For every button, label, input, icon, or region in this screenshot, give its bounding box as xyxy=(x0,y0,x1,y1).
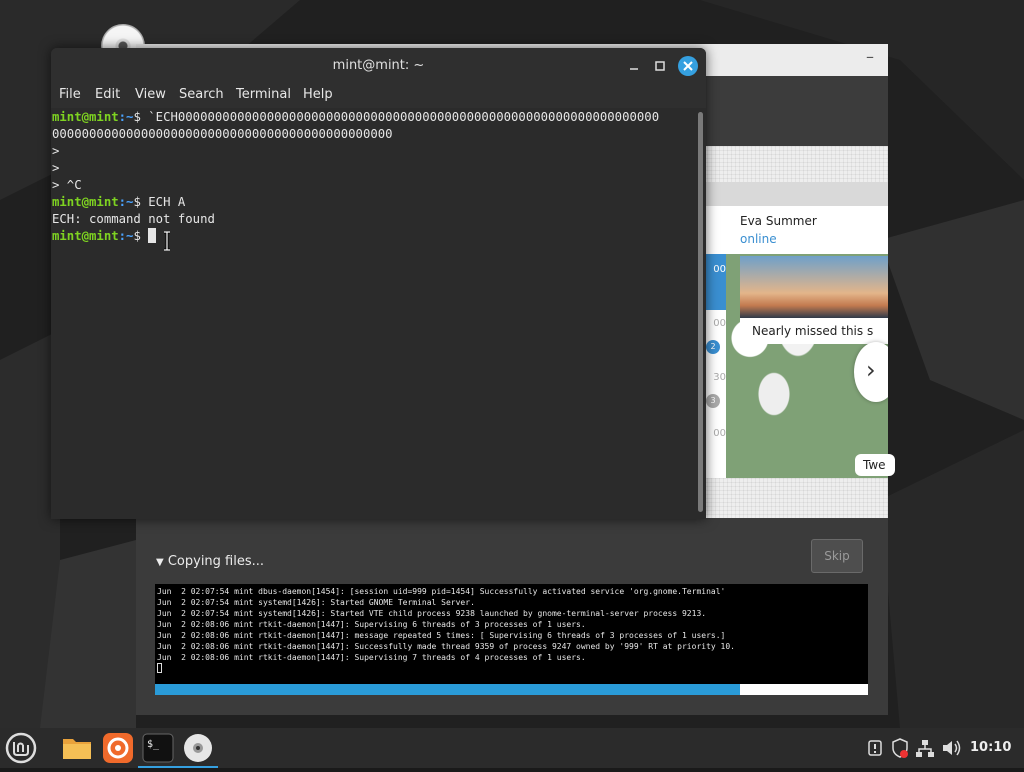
menu-edit[interactable]: Edit xyxy=(95,87,120,102)
log-line: Jun 2 02:08:06 mint rtkit-daemon[1447]: … xyxy=(157,642,735,651)
firefox-icon[interactable] xyxy=(101,731,135,765)
menu-search[interactable]: Search xyxy=(179,87,224,102)
window-title: mint@mint: ~ xyxy=(332,58,425,73)
taskbar: $_ 10:10 xyxy=(0,728,1024,768)
log-line: Jun 2 02:07:54 mint systemd[1426]: Start… xyxy=(157,598,475,607)
menu-terminal[interactable]: Terminal xyxy=(236,87,291,102)
copy-status-expander[interactable]: ▼ Copying files... xyxy=(156,554,264,569)
volume-icon[interactable] xyxy=(940,728,962,768)
unread-badge: 3 xyxy=(706,394,720,408)
chat-sidebar: 00 00 2 30 3 00 xyxy=(704,206,726,478)
minimize-icon[interactable]: – xyxy=(860,49,880,70)
progress-area: ▼ Copying files... Skip Jun 2 02:07:54 m… xyxy=(136,518,888,715)
log-cursor xyxy=(157,663,162,673)
terminal-scrollbar[interactable] xyxy=(696,108,706,519)
terminal-window[interactable]: mint@mint: ~ File Edit View Search Termi… xyxy=(51,48,706,519)
terminal-line: mint@mint:~$ `ECH00000000000000000000000… xyxy=(52,109,659,126)
chat-sidebar-active-item xyxy=(704,254,726,310)
terminal-icon[interactable]: $_ xyxy=(141,731,175,765)
close-icon[interactable] xyxy=(678,56,698,76)
log-cursor-line xyxy=(157,663,866,676)
prompt-user: mint@mint xyxy=(52,229,119,243)
prompt-symbol: $ xyxy=(133,110,149,124)
chat-app-topbar xyxy=(704,182,888,206)
terminal-cursor xyxy=(148,228,157,243)
prompt-symbol: $ xyxy=(133,229,149,243)
skip-button[interactable]: Skip xyxy=(811,539,863,573)
chat-photo xyxy=(740,256,888,318)
install-log[interactable]: Jun 2 02:07:54 mint dbus-daemon[1454]: [… xyxy=(155,584,868,684)
terminal-icon-glyph: $_ xyxy=(147,739,160,750)
log-line: Jun 2 02:08:06 mint rtkit-daemon[1447]: … xyxy=(157,631,726,640)
terminal-menubar: File Edit View Search Terminal Help xyxy=(51,84,706,108)
terminal-output[interactable]: mint@mint:~$ `ECH00000000000000000000000… xyxy=(51,108,696,519)
log-line: Jun 2 02:08:06 mint rtkit-daemon[1447]: … xyxy=(157,620,586,629)
chevron-right-icon: › xyxy=(866,356,876,384)
prompt-path: :~ xyxy=(118,229,134,243)
install-disc-icon[interactable] xyxy=(181,731,215,765)
command-text: `ECH000000000000000000000000000000000000… xyxy=(148,110,660,124)
triangle-down-icon: ▼ xyxy=(156,557,164,568)
terminal-line: ECH: command not found xyxy=(52,212,215,226)
prompt-user: mint@mint xyxy=(52,110,119,124)
chat-sidebar-time: 30 xyxy=(713,372,726,383)
install-progress-fill xyxy=(155,684,740,695)
chat-sidebar-time: 00 xyxy=(713,318,726,329)
menu-file[interactable]: File xyxy=(59,87,81,102)
clock[interactable]: 10:10 xyxy=(970,728,1011,768)
contact-status: online xyxy=(740,232,777,246)
terminal-line: > ^C xyxy=(52,178,82,192)
unread-badge: 2 xyxy=(706,340,720,354)
terminal-line: mint@mint:~$ ECH A xyxy=(52,194,185,211)
log-line: Jun 2 02:07:54 mint dbus-daemon[1454]: [… xyxy=(157,587,726,596)
scrollbar-thumb[interactable] xyxy=(698,112,703,512)
command-text: ECH A xyxy=(148,195,186,209)
network-icon[interactable] xyxy=(915,728,935,768)
chat-bubble: Twe xyxy=(855,454,895,476)
menu-help[interactable]: Help xyxy=(303,87,333,102)
mint-menu-icon[interactable] xyxy=(4,731,38,765)
chat-header: Eva Summer online xyxy=(726,206,888,254)
copy-status-label: Copying files... xyxy=(167,554,265,569)
terminal-line: mint@mint:~$ xyxy=(52,228,157,245)
shield-icon[interactable] xyxy=(890,728,910,768)
terminal-line: 0000000000000000000000000000000000000000… xyxy=(52,127,393,141)
mouse-ibeam-cursor-icon xyxy=(164,231,170,251)
files-icon[interactable] xyxy=(60,731,94,765)
terminal-line: > xyxy=(52,144,60,158)
update-manager-icon[interactable] xyxy=(866,728,884,768)
log-line: Jun 2 02:07:54 mint systemd[1426]: Start… xyxy=(157,609,707,618)
minimize-icon[interactable] xyxy=(625,57,643,75)
chat-sidebar-time: 00 xyxy=(713,428,726,439)
photo-caption: Nearly missed this s xyxy=(740,318,888,344)
chat-sidebar-time: 00 xyxy=(713,264,726,275)
install-progress-bar xyxy=(155,684,868,695)
terminal-line: > xyxy=(52,161,60,175)
prompt-symbol: $ xyxy=(133,195,149,209)
prompt-user: mint@mint xyxy=(52,195,119,209)
log-line: Jun 2 02:08:06 mint rtkit-daemon[1447]: … xyxy=(157,653,586,662)
prompt-path: :~ xyxy=(118,110,134,124)
menu-view[interactable]: View xyxy=(135,87,166,102)
contact-name: Eva Summer xyxy=(740,214,817,228)
maximize-icon[interactable] xyxy=(651,57,669,75)
terminal-titlebar[interactable]: mint@mint: ~ xyxy=(51,48,706,84)
prompt-path: :~ xyxy=(118,195,134,209)
